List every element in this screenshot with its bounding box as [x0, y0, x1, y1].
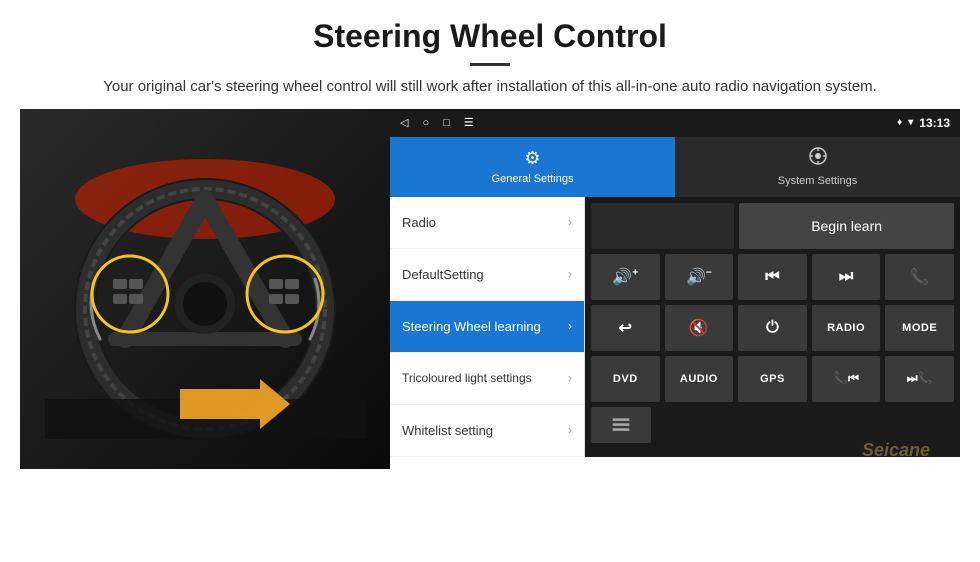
mode-button[interactable]: MODE	[885, 305, 954, 351]
menu-arrow-whitelist: ›	[568, 423, 572, 437]
content-area: Radio › DefaultSetting › Steering Wheel …	[390, 197, 960, 457]
title-divider	[470, 63, 510, 66]
menu-arrow-default: ›	[568, 267, 572, 281]
menu-item-default-label: DefaultSetting	[402, 267, 484, 282]
page-container: Steering Wheel Control Your original car…	[0, 0, 980, 469]
clock: 13:13	[919, 116, 950, 130]
vol-up-button[interactable]: 🔊+	[591, 254, 660, 300]
tab-system-label: System Settings	[778, 175, 857, 187]
menu-item-whitelist-label: Whitelist setting	[402, 423, 493, 438]
car-image	[20, 109, 390, 469]
menu-item-radio-label: Radio	[402, 215, 436, 230]
menu-item-tricoloured[interactable]: Tricoloured light settings ›	[390, 353, 584, 405]
location-icon: ♦	[897, 117, 902, 128]
tab-bar: ⚙ General Settings	[390, 137, 960, 197]
begin-learn-button[interactable]: Begin learn	[739, 203, 954, 249]
dvd-button[interactable]: DVD	[591, 356, 660, 402]
next-track-button[interactable]: ⏭	[812, 254, 881, 300]
tab-general-label: General Settings	[492, 173, 574, 185]
tab-general[interactable]: ⚙ General Settings	[390, 137, 675, 197]
call-next-button[interactable]: ⏭📞	[885, 356, 954, 402]
android-panel-wrapper: ◁ ○ □ ☰ ♦ ▾ 13:13 ⚙ General Sett	[390, 109, 960, 469]
vol-down-button[interactable]: 🔊−	[665, 254, 734, 300]
gps-button[interactable]: GPS	[738, 356, 807, 402]
hangup-button[interactable]: ↩	[591, 305, 660, 351]
begin-learn-row: Begin learn	[591, 203, 954, 249]
list-icon	[611, 415, 631, 435]
arrow-svg	[180, 379, 300, 439]
menu-list: Radio › DefaultSetting › Steering Wheel …	[390, 197, 585, 457]
extra-btn[interactable]	[591, 407, 651, 443]
page-subtitle: Your original car's steering wheel contr…	[60, 76, 920, 99]
control-row-1: 🔊+ 🔊− ⏮ ⏭ 📞	[591, 254, 954, 300]
recents-icon[interactable]: □	[443, 117, 450, 129]
radio-button[interactable]: RADIO	[812, 305, 881, 351]
audio-button[interactable]: AUDIO	[665, 356, 734, 402]
call-prev-button[interactable]: 📞⏮	[812, 356, 881, 402]
car-panel	[20, 109, 390, 469]
home-icon[interactable]: ○	[422, 117, 429, 129]
tab-system[interactable]: System Settings	[675, 137, 960, 197]
menu-item-tricoloured-label: Tricoloured light settings	[402, 371, 532, 385]
main-content: ◁ ○ □ ☰ ♦ ▾ 13:13 ⚙ General Sett	[20, 109, 960, 469]
status-bar: ◁ ○ □ ☰ ♦ ▾ 13:13	[390, 109, 960, 137]
general-settings-icon: ⚙	[524, 148, 540, 169]
mute-button[interactable]: 🔇	[665, 305, 734, 351]
menu-arrow-radio: ›	[568, 215, 572, 229]
control-panel: Begin learn 🔊+ 🔊− ⏮	[585, 197, 960, 457]
empty-cell-1	[591, 203, 734, 249]
menu-item-whitelist[interactable]: Whitelist setting ›	[390, 405, 584, 457]
page-title: Steering Wheel Control	[60, 18, 920, 55]
menu-arrow-steering: ›	[568, 319, 572, 333]
power-button[interactable]: ⏻	[738, 305, 807, 351]
menu-item-steering-label: Steering Wheel learning	[402, 319, 541, 334]
wifi-icon: ▾	[908, 117, 913, 128]
android-panel: ◁ ○ □ ☰ ♦ ▾ 13:13 ⚙ General Sett	[390, 109, 960, 457]
menu-icon[interactable]: ☰	[464, 116, 474, 129]
menu-item-radio[interactable]: Radio ›	[390, 197, 584, 249]
control-row-2: ↩ 🔇 ⏻ RADIO MOD	[591, 305, 954, 351]
status-bar-right: ♦ ▾ 13:13	[897, 116, 950, 130]
call-button[interactable]: 📞	[885, 254, 954, 300]
menu-item-steering[interactable]: Steering Wheel learning ›	[390, 301, 584, 353]
back-icon[interactable]: ◁	[400, 116, 408, 129]
menu-arrow-tricoloured: ›	[568, 371, 572, 385]
prev-track-button[interactable]: ⏮	[738, 254, 807, 300]
control-row-3: DVD AUDIO GPS 📞⏮	[591, 356, 954, 402]
page-header: Steering Wheel Control Your original car…	[0, 0, 980, 109]
system-settings-icon	[808, 146, 828, 171]
status-bar-left: ◁ ○ □ ☰	[400, 116, 474, 129]
control-row-4	[591, 407, 954, 443]
menu-item-default[interactable]: DefaultSetting ›	[390, 249, 584, 301]
